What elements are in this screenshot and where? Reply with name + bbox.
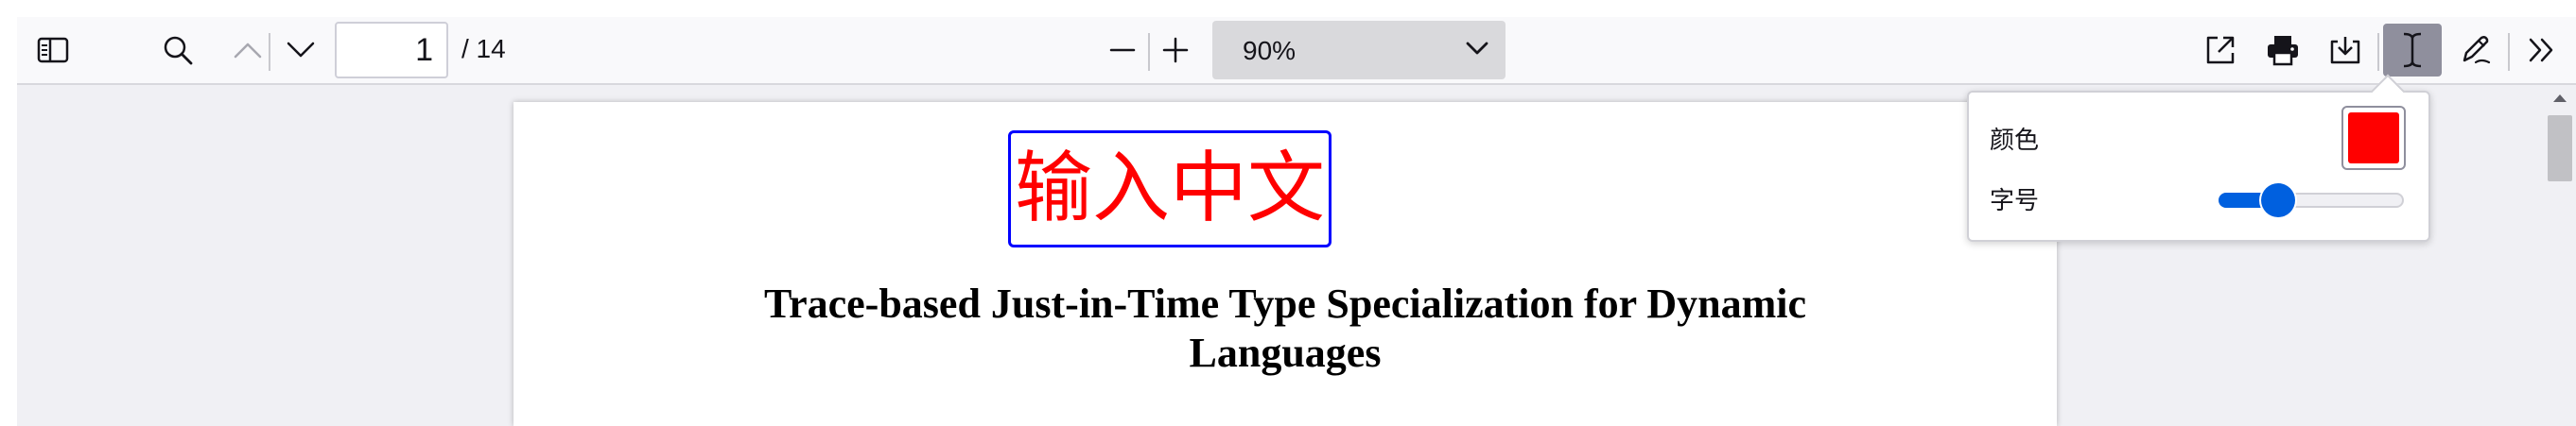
text-cursor-icon [2403, 32, 2422, 68]
draw-tool-button[interactable] [2449, 24, 2502, 77]
sidebar-toggle-button[interactable] [26, 24, 79, 77]
previous-page-button[interactable] [221, 24, 274, 77]
page-number-input[interactable] [335, 22, 448, 78]
toolbar: / 14 90% [17, 17, 2576, 85]
font-size-slider[interactable] [2219, 183, 2404, 217]
document-title-line: Languages [1189, 330, 1382, 376]
zoom-value: 90% [1243, 36, 1297, 65]
page-count-label: / 14 [461, 34, 506, 63]
pdf-viewer-app: / 14 90% [0, 0, 2576, 426]
zoom-out-button[interactable] [1099, 24, 1146, 77]
minus-icon [1109, 48, 1136, 52]
text-editor-params-popover: 颜色 字号 [1967, 74, 2430, 242]
scrollbar-thumb[interactable] [2548, 115, 2572, 181]
double-chevron-right-icon [2529, 38, 2553, 62]
font-color-picker[interactable] [2341, 106, 2406, 170]
toolbar-separator [2377, 33, 2379, 71]
annotation-text: 输入中文 [1014, 144, 1325, 233]
font-size-label: 字号 [1990, 187, 2040, 215]
font-color-swatch [2348, 112, 2399, 163]
document-title-line: Trace-based Just-in-Time Type Specializa… [764, 281, 1806, 327]
zoom-in-button[interactable] [1152, 24, 1199, 77]
document-title: Trace-based Just-in-Time Type Specializa… [513, 280, 2057, 378]
vertical-scrollbar[interactable] [2544, 85, 2576, 426]
open-external-icon [2206, 36, 2235, 64]
chevron-down-icon [287, 42, 315, 58]
printer-icon [2268, 36, 2298, 66]
free-text-annotation[interactable]: 输入中文 [1008, 130, 1332, 247]
text-tool-button[interactable] [2383, 24, 2442, 77]
toolbar-separator [2508, 33, 2510, 71]
plus-icon [1162, 37, 1189, 63]
pdf-page: 输入中文 Trace-based Just-in-Time Type Speci… [513, 102, 2057, 426]
font-color-label: 颜色 [1990, 127, 2040, 155]
chevron-down-icon [1466, 42, 1488, 55]
find-button[interactable] [151, 24, 204, 77]
sidebar-toggle-icon [37, 37, 69, 63]
open-file-button[interactable] [2194, 24, 2247, 77]
search-icon [164, 36, 193, 65]
slider-thumb[interactable] [2260, 183, 2295, 217]
print-button[interactable] [2256, 24, 2309, 77]
scroll-up-arrow-icon[interactable] [2551, 93, 2568, 104]
next-page-button[interactable] [274, 24, 327, 77]
zoom-select[interactable]: 90% [1212, 21, 1506, 79]
toolbar-separator [269, 33, 270, 71]
download-icon [2330, 37, 2360, 64]
chevron-up-icon [234, 43, 262, 59]
save-button[interactable] [2319, 24, 2372, 77]
tools-menu-button[interactable] [2515, 24, 2568, 77]
pen-icon [2463, 36, 2491, 64]
toolbar-separator [1148, 33, 1150, 71]
